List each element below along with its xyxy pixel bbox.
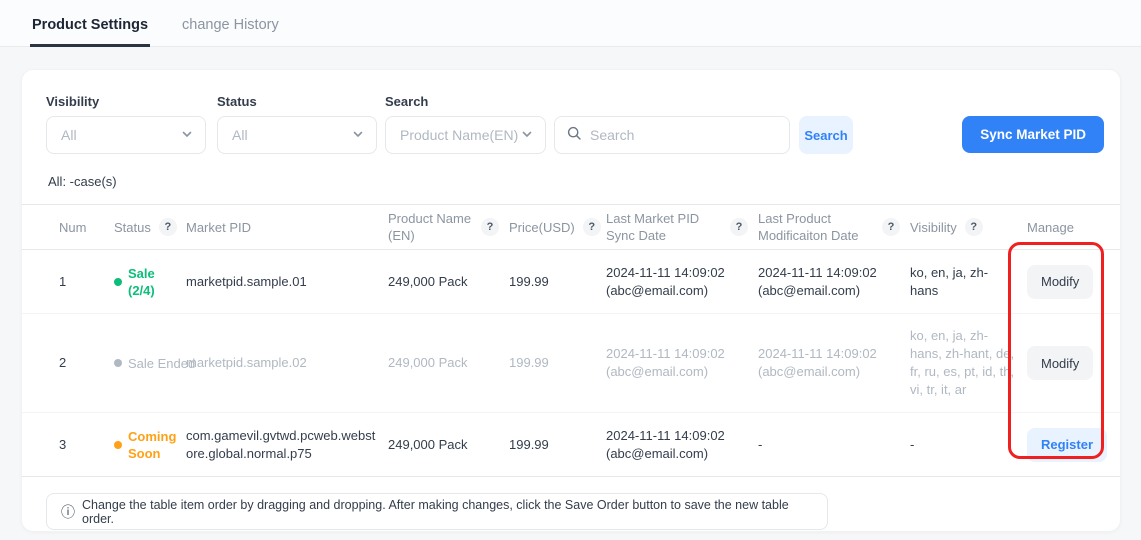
column-header-label: Last Market PID Sync Date [606, 210, 722, 244]
status-cell: Sale Ended [114, 355, 186, 372]
column-header: Product Name (EN)? [388, 210, 509, 244]
price-cell: 199.99 [509, 436, 606, 454]
info-icon: ⓘ [61, 505, 75, 519]
column-header-label: Num [59, 219, 86, 236]
help-icon[interactable]: ? [965, 218, 983, 236]
last-sync-date-cell: 2024-11-11 14:09:02 (abc@email.com) [606, 264, 758, 300]
filter-bar: Visibility All Status All Search Produ [22, 70, 1120, 154]
column-header: Status? [114, 218, 186, 236]
search-button[interactable]: Search [799, 116, 853, 154]
help-icon[interactable]: ? [730, 218, 748, 236]
product-name-cell: 249,000 Pack [388, 273, 509, 291]
visibility-cell: ko, en, ja, zh-hans [910, 264, 1027, 300]
search-input-box [554, 116, 790, 154]
visibility-label: Visibility [46, 94, 206, 110]
status-filter: Status All [217, 94, 377, 154]
last-sync-date-cell: 2024-11-11 14:09:02 (abc@email.com) [606, 345, 758, 381]
column-header-label: Last Product Modificaiton Date [758, 210, 874, 244]
drag-drop-info-note: ⓘ Change the table item order by draggin… [46, 493, 828, 530]
column-header: Num [59, 219, 114, 236]
info-note-text: Change the table item order by dragging … [82, 498, 813, 526]
visibility-filter: Visibility All [46, 94, 206, 154]
column-header: Visibility? [910, 218, 1027, 236]
table-row[interactable]: 1 Sale(2/4) marketpid.sample.01 249,000 … [22, 250, 1120, 314]
tab-product-settings[interactable]: Product Settings [30, 4, 150, 47]
help-icon[interactable]: ? [481, 218, 499, 236]
manage-cell: Modify [1027, 265, 1106, 299]
table-header-row: NumStatus?Market PIDProduct Name (EN)?Pr… [22, 204, 1120, 250]
table-row[interactable]: 2 Sale Ended marketpid.sample.02 249,000… [22, 314, 1120, 413]
last-sync-date-cell: 2024-11-11 14:09:02 (abc@email.com) [606, 427, 758, 463]
visibility-cell: - [910, 436, 1027, 454]
last-modified-date-cell: 2024-11-11 14:09:02 (abc@email.com) [758, 264, 910, 300]
market-pid-cell: marketpid.sample.01 [186, 273, 388, 291]
column-header: Last Product Modificaiton Date? [758, 210, 910, 244]
column-header-label: Product Name (EN) [388, 210, 473, 244]
product-table: NumStatus?Market PIDProduct Name (EN)?Pr… [22, 204, 1120, 477]
search-field-value: Product Name(EN) [400, 127, 518, 143]
result-count: All: -case(s) [48, 174, 1120, 189]
visibility-select[interactable]: All [46, 116, 206, 154]
status-label: Status [217, 94, 377, 110]
product-name-cell: 249,000 Pack [388, 354, 509, 372]
market-pid-cell: marketpid.sample.02 [186, 354, 388, 372]
help-icon[interactable]: ? [159, 218, 177, 236]
status-cell: Sale(2/4) [114, 265, 186, 299]
product-name-cell: 249,000 Pack [388, 436, 509, 454]
manage-button[interactable]: Modify [1027, 346, 1093, 380]
status-text: Sale(2/4) [128, 265, 155, 299]
status-cell: ComingSoon [114, 428, 186, 462]
column-header: Price(USD)? [509, 218, 606, 236]
chevron-down-icon [521, 127, 533, 143]
status-select[interactable]: All [217, 116, 377, 154]
status-select-value: All [232, 127, 248, 143]
help-icon[interactable]: ? [583, 218, 601, 236]
price-cell: 199.99 [509, 354, 606, 372]
price-cell: 199.99 [509, 273, 606, 291]
status-dot-icon [114, 278, 122, 286]
market-pid-cell: com.gamevil.gvtwd.pcweb.webstore.global.… [186, 427, 388, 463]
column-header: Manage [1027, 219, 1106, 236]
product-settings-panel: Visibility All Status All Search Produ [21, 69, 1121, 532]
search-input[interactable] [590, 127, 779, 143]
chevron-down-icon [352, 127, 364, 143]
manage-button[interactable]: Register [1027, 428, 1107, 462]
column-header-label: Visibility [910, 219, 957, 236]
column-header: Market PID [186, 219, 388, 236]
column-header-label: Price(USD) [509, 219, 575, 236]
manage-cell: Register [1027, 428, 1106, 462]
row-num: 3 [59, 436, 114, 454]
last-modified-date-cell: - [758, 436, 910, 454]
column-header: Last Market PID Sync Date? [606, 210, 758, 244]
table-body: 1 Sale(2/4) marketpid.sample.01 249,000 … [22, 250, 1120, 477]
manage-button[interactable]: Modify [1027, 265, 1093, 299]
search-filter: Search Product Name(EN) Search [385, 94, 853, 154]
search-icon [567, 126, 582, 144]
search-label: Search [385, 94, 853, 110]
row-num: 1 [59, 273, 114, 291]
search-field-select[interactable]: Product Name(EN) [385, 116, 546, 154]
tab-bar: Product Settings change History [0, 0, 1141, 47]
help-icon[interactable]: ? [882, 218, 900, 236]
table-row[interactable]: 3 ComingSoon com.gamevil.gvtwd.pcweb.web… [22, 413, 1120, 477]
column-header-label: Status [114, 219, 151, 236]
tab-change-history[interactable]: change History [180, 4, 281, 47]
last-modified-date-cell: 2024-11-11 14:09:02 (abc@email.com) [758, 345, 910, 381]
visibility-cell: ko, en, ja, zh-hans, zh-hant, de, fr, ru… [910, 327, 1027, 399]
chevron-down-icon [181, 127, 193, 143]
column-header-label: Manage [1027, 219, 1074, 236]
status-text: ComingSoon [128, 428, 176, 462]
status-dot-icon [114, 359, 122, 367]
visibility-select-value: All [61, 127, 77, 143]
manage-cell: Modify [1027, 346, 1106, 380]
sync-market-pid-button[interactable]: Sync Market PID [962, 116, 1104, 153]
status-dot-icon [114, 441, 122, 449]
row-num: 2 [59, 354, 114, 372]
column-header-label: Market PID [186, 219, 251, 236]
